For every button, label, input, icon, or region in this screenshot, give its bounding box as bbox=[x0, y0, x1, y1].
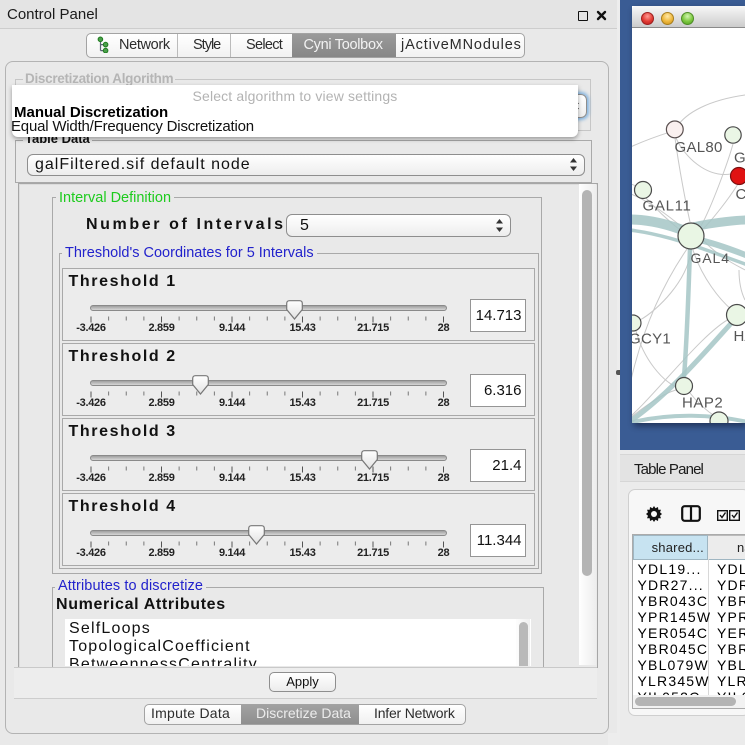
svg-text:GAL: GAL bbox=[734, 150, 745, 167]
svg-text:GAL4: GAL4 bbox=[691, 250, 730, 266]
svg-text:GCY1: GCY1 bbox=[632, 331, 671, 348]
svg-text:HAP2: HAP2 bbox=[682, 395, 723, 412]
svg-text:HA: HA bbox=[734, 328, 745, 345]
svg-text:GAL11: GAL11 bbox=[643, 198, 692, 215]
svg-text:GAL80: GAL80 bbox=[675, 139, 723, 156]
svg-text:CY: CY bbox=[736, 186, 745, 203]
